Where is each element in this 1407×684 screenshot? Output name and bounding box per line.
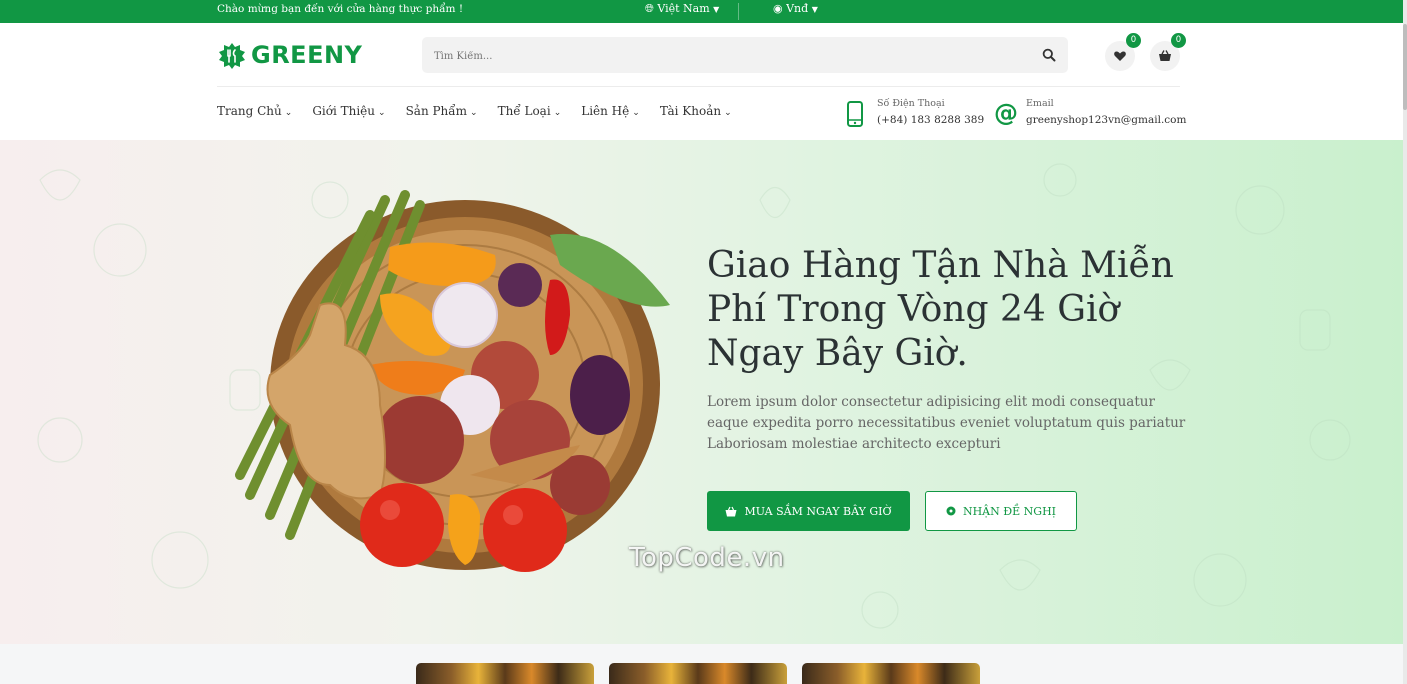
chevron-down-icon: ▼ <box>811 5 818 14</box>
email-value[interactable]: greenyshop123vn@gmail.com <box>1026 114 1186 126</box>
watermark: TopCode.vn <box>629 543 785 573</box>
nav-item-contact[interactable]: Liên Hệ ⌄ <box>581 104 640 118</box>
cart-button[interactable]: 0 <box>1150 33 1186 71</box>
svg-text:@: @ <box>994 101 1018 125</box>
logo-text: GREENY <box>251 41 363 69</box>
nav-label: Giới Thiệu <box>312 104 376 118</box>
chevron-down-icon: ⌄ <box>470 108 478 118</box>
nav-label: Trang Chủ <box>217 104 282 118</box>
wishlist-count-badge: 0 <box>1126 33 1141 48</box>
top-bar: Chào mừng bạn đến với cửa hàng thực phẩm… <box>0 0 1403 23</box>
phone-label: Số Điện Thoại <box>877 98 945 109</box>
get-offer-button[interactable]: NHẬN ĐỀ NGHỊ <box>925 491 1077 531</box>
phone-icon <box>847 101 863 127</box>
chevron-down-icon: ⌄ <box>553 108 562 118</box>
get-offer-label: NHẬN ĐỀ NGHỊ <box>962 504 1057 518</box>
hero-headline: Giao Hàng Tận Nhà Miễn Phí Trong Vòng 24… <box>707 245 1174 374</box>
nav-item-about[interactable]: Giới Thiệu ⌄ <box>312 104 385 118</box>
search-bar <box>422 37 1068 73</box>
language-label: Việt Nam <box>657 2 710 15</box>
search-icon[interactable] <box>1042 48 1056 62</box>
main-nav: Trang Chủ ⌄ Giới Thiệu ⌄ Sản Phẩm ⌄ Thể Loạ… <box>217 104 752 118</box>
basket-icon <box>1159 50 1171 61</box>
nav-label: Tài Khoản <box>659 104 722 118</box>
topbar-divider <box>738 3 739 20</box>
site-logo[interactable]: GREENY <box>217 39 362 71</box>
nav-item-products[interactable]: Sản Phẩm ⌄ <box>406 104 478 118</box>
shop-now-button[interactable]: MUA SẮM NGAY BÂY GIỜ <box>707 491 910 531</box>
basket-icon <box>725 506 737 516</box>
nav-label: Thể Loại <box>497 104 551 118</box>
shop-now-label: MUA SẮM NGAY BÂY GIỜ <box>744 504 892 518</box>
email-label: Email <box>1026 98 1054 109</box>
chevron-down-icon: ⌄ <box>724 108 732 118</box>
nav-label: Sản Phẩm <box>405 104 468 118</box>
heart-icon <box>1114 51 1126 61</box>
chevron-down-icon: ⌄ <box>284 108 293 118</box>
product-banner-card[interactable] <box>609 663 787 684</box>
welcome-text: Chào mừng bạn đến với cửa hàng thực phẩm… <box>217 3 464 15</box>
product-banner-card[interactable] <box>802 663 980 684</box>
nav-item-account[interactable]: Tài Khoản ⌄ <box>660 104 732 118</box>
wishlist-button[interactable]: 0 <box>1105 33 1141 71</box>
nav-label: Liên Hệ <box>581 104 630 118</box>
header-divider <box>217 86 1180 87</box>
logo-icon <box>219 43 245 69</box>
chevron-down-icon: ⌄ <box>632 108 640 118</box>
at-icon: @ <box>994 101 1018 125</box>
phone-value[interactable]: (+84) 183 8288 389 <box>877 114 984 126</box>
nav-item-categories[interactable]: Thể Loại ⌄ <box>498 104 562 118</box>
chevron-down-icon: ▼ <box>713 5 720 14</box>
cart-count-badge: 0 <box>1171 33 1186 48</box>
language-selector[interactable]: 🌐︎ Việt Nam ▼ <box>645 2 719 16</box>
page-scrollbar[interactable] <box>1403 0 1407 684</box>
chevron-down-icon: ⌄ <box>378 108 386 118</box>
offer-icon <box>946 506 956 516</box>
currency-label: Vnđ <box>786 2 809 15</box>
globe-icon: 🌐︎ <box>645 2 654 15</box>
nav-item-home[interactable]: Trang Chủ ⌄ <box>217 104 292 118</box>
product-banner-card[interactable] <box>416 663 594 684</box>
money-bag-icon: ◉ <box>773 2 783 15</box>
hero-description: Lorem ipsum dolor consectetur adipisicin… <box>707 394 1186 452</box>
hero-banner: Giao Hàng Tận Nhà Miễn Phí Trong Vòng 24… <box>0 140 1403 644</box>
currency-selector[interactable]: ◉ Vnđ ▼ <box>773 2 818 15</box>
scrollbar-thumb[interactable] <box>1403 24 1407 110</box>
vegetable-basket-image <box>235 190 670 572</box>
search-input[interactable] <box>432 45 1016 67</box>
